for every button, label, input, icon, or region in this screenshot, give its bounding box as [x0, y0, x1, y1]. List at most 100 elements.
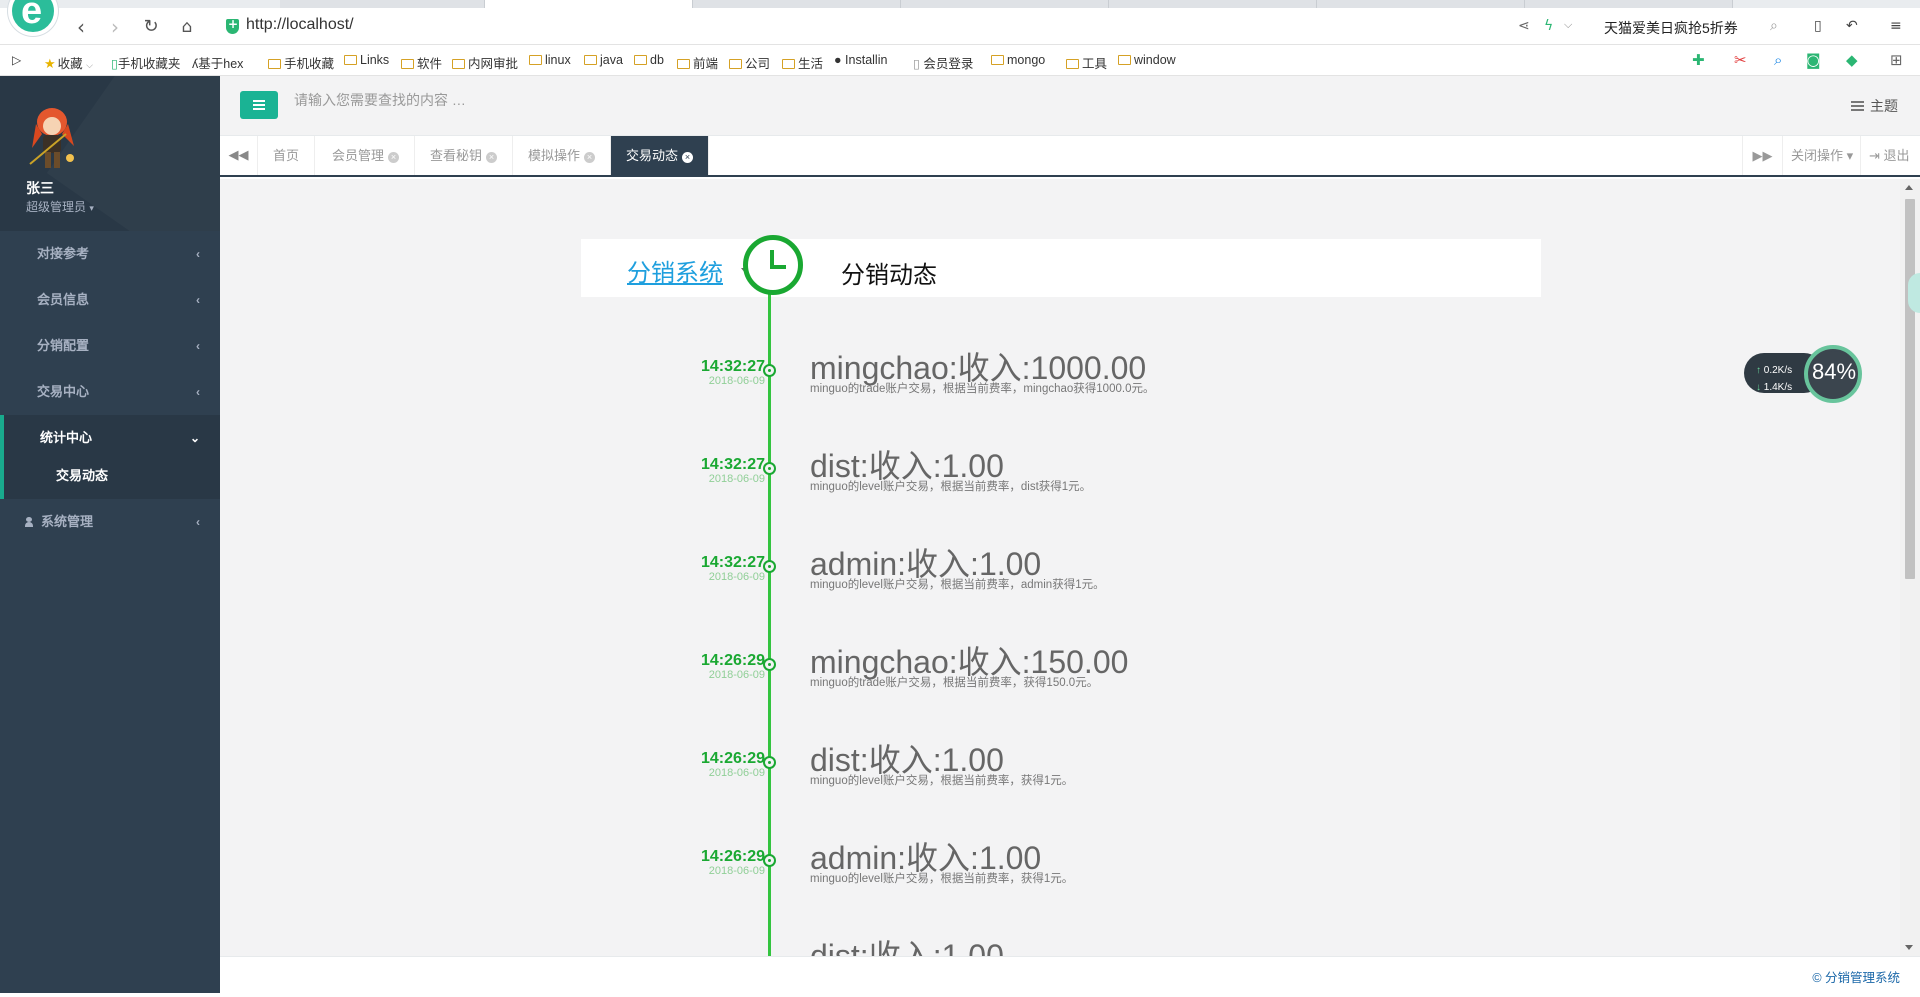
bookmark-item[interactable]: 工具	[1066, 53, 1107, 72]
sidebar-item-integration[interactable]: 对接参考 ‹	[0, 231, 220, 277]
shield-ext-icon[interactable]: ◆	[1846, 51, 1858, 69]
system-link[interactable]: 分销系统	[627, 253, 723, 288]
extension-add-icon[interactable]: ✚	[1692, 51, 1705, 69]
bookmark-item[interactable]: linux	[529, 53, 571, 67]
timeline-entry: 14:26:29 2018-06-09 mingchao:收入:150.00 mi…	[220, 644, 1900, 732]
menu-toggle-button[interactable]	[240, 91, 278, 119]
bookmark-item[interactable]: ★ 收藏 ⌵	[44, 53, 93, 72]
scroll-up-icon[interactable]	[1905, 185, 1913, 190]
bookmark-item[interactable]: ʎ基于hex	[192, 53, 243, 72]
network-speed-widget[interactable]: ↑ 0.2K/s ↓ 1.4K/s 84%	[1744, 345, 1862, 403]
bookmark-item[interactable]: mongo	[991, 53, 1045, 67]
tab-trade-activity[interactable]: 交易动态 ×	[611, 136, 710, 175]
chevron-left-icon: ‹	[196, 515, 200, 529]
url-field[interactable]: http://localhost/	[222, 14, 1512, 40]
sidebar-item-distribution-config[interactable]: 分销配置 ‹	[0, 323, 220, 369]
sidebar-item-members[interactable]: 会员信息 ‹	[0, 277, 220, 323]
browser-tab[interactable]	[1525, 0, 1733, 8]
entry-description: minguo的level账户交易，根据当前费率，dist获得1元。	[810, 481, 1092, 493]
edge-assistant-icon[interactable]	[1908, 273, 1920, 313]
bookmark-item[interactable]: 前端	[677, 53, 718, 72]
entry-time: 14:26:29 2018-06-09	[700, 652, 765, 681]
gamepad-icon[interactable]: ◙	[1806, 51, 1821, 69]
sidebar-item-statistics[interactable]: 统计中心 ⌄	[0, 415, 220, 461]
close-icon[interactable]: ×	[388, 152, 400, 163]
logout-icon: ⇥	[1869, 148, 1880, 163]
clock-icon	[743, 235, 803, 295]
sidebar-subitem-trade-activity[interactable]: 交易动态	[0, 461, 220, 499]
bookmark-item[interactable]: db	[634, 53, 664, 67]
sidebar-item-label: 统计中心	[40, 430, 93, 445]
entry-time: 14:26:29 2018-06-09	[700, 750, 765, 779]
browser-tab[interactable]	[280, 0, 485, 8]
content-tabs: ◀◀ 首页 会员管理 × 查看秘钥 × 模拟操作 × 交易动态 × ▶▶ 关闭操作 ▾ …	[220, 136, 1920, 177]
sidebar-item-system[interactable]: 系统管理 ‹	[0, 499, 220, 545]
magnifier-icon[interactable]: ⌕	[1774, 51, 1782, 69]
browser-tab[interactable]	[901, 0, 1109, 8]
tab-simulate[interactable]: 模拟操作 ×	[513, 136, 612, 175]
bookmark-item[interactable]: 软件	[401, 53, 442, 72]
undo-icon[interactable]: ↶	[1846, 18, 1858, 34]
sidebar-subitem-label: 交易动态	[56, 468, 109, 483]
reload-icon[interactable]: ↻	[140, 16, 162, 38]
close-icon[interactable]: ×	[682, 152, 694, 163]
bookmark-item[interactable]: 生活	[782, 53, 823, 72]
sidebar-menu: 对接参考 ‹ 会员信息 ‹ 分销配置 ‹ 交易中心 ‹ 统计中心 ⌄ 交易动态	[0, 231, 220, 545]
bookmark-item[interactable]: ▯手机收藏夹	[111, 53, 180, 72]
search-icon[interactable]: ⌕	[1770, 18, 1778, 34]
tab-view-key[interactable]: 查看秘钥 ×	[415, 136, 514, 175]
bookmark-item[interactable]: java	[584, 53, 623, 67]
timeline-entry: 14:26:29 2018-06-09 admin:收入:1.00 minguo的…	[220, 840, 1900, 928]
profile-panel: 张三 超级管理员 ▾	[0, 76, 220, 231]
url-text[interactable]: http://localhost/	[246, 16, 354, 34]
tabs-scroll-right-icon[interactable]: ▶▶	[1742, 136, 1782, 175]
bookmark-item[interactable]: ▯ 会员登录	[913, 53, 973, 72]
logout-button[interactable]: ⇥ 退出	[1860, 136, 1918, 175]
browser-tab-active[interactable]	[485, 0, 693, 8]
scissors-icon[interactable]: ✂	[1734, 51, 1747, 69]
search-input[interactable]	[294, 92, 794, 108]
back-icon[interactable]: ‹	[70, 16, 92, 38]
timeline-entry: 14:32:27 2018-06-09 dist:收入:1.00 minguo的l…	[220, 448, 1900, 536]
app: 张三 超级管理员 ▾ 对接参考 ‹ 会员信息 ‹ 分销配置 ‹ 交易中心 ‹ 统…	[0, 76, 1920, 993]
tab-home[interactable]: 首页	[258, 136, 316, 175]
folder-icon	[677, 59, 690, 69]
bookmark-item[interactable]: window	[1118, 53, 1176, 67]
bookmark-item[interactable]: Links	[344, 53, 389, 67]
tab-members[interactable]: 会员管理 ×	[317, 136, 416, 175]
browser-tab[interactable]	[693, 0, 901, 8]
menu-icon[interactable]: ≡	[1890, 18, 1902, 34]
mobile-icon[interactable]: ▯	[1814, 18, 1822, 34]
timeline-dot-icon	[763, 364, 776, 377]
timeline-entry: 14:26:29 2018-06-09 dist:收入:1.00 minguo的l…	[220, 742, 1900, 830]
promo-text[interactable]: 天猫爱美日疯抢5折券	[1604, 18, 1738, 38]
user-icon	[25, 517, 33, 527]
bookmark-item[interactable]: 内网审批	[452, 53, 518, 72]
chevron-down-icon[interactable]: ⌵	[1564, 18, 1572, 32]
scroll-thumb[interactable]	[1905, 199, 1915, 579]
bookmark-item[interactable]: ● Installin	[834, 53, 887, 67]
user-role-dropdown[interactable]: 超级管理员 ▾	[26, 198, 94, 215]
bookmark-item[interactable]: 手机收藏	[268, 53, 334, 72]
lightning-icon[interactable]: ϟ	[1544, 18, 1553, 34]
chevron-left-icon: ‹	[196, 385, 200, 399]
scroll-down-icon[interactable]	[1905, 945, 1913, 950]
grid-icon[interactable]: ⊞	[1890, 51, 1903, 69]
browser-tab[interactable]	[1317, 0, 1525, 8]
chevron-left-icon: ‹	[196, 339, 200, 353]
browser-tab[interactable]	[1109, 0, 1317, 8]
bookmark-item[interactable]: 公司	[729, 53, 770, 72]
tabs-scroll-left-icon[interactable]: ◀◀	[220, 136, 258, 175]
sidebar-toggle-icon[interactable]: ▷	[12, 53, 21, 67]
theme-button[interactable]: 主题	[1851, 96, 1898, 116]
close-operations-dropdown[interactable]: 关闭操作 ▾	[1782, 136, 1861, 175]
timeline-title: 分销动态	[841, 262, 937, 289]
entry-time: 14:32:27 2018-06-09	[700, 358, 765, 387]
forward-icon[interactable]: ›	[104, 16, 126, 38]
close-icon[interactable]: ×	[584, 152, 596, 163]
home-icon[interactable]: ⌂	[176, 16, 198, 38]
close-icon[interactable]: ×	[486, 152, 498, 163]
avatar[interactable]	[26, 104, 80, 174]
share-icon[interactable]: ⋖	[1518, 18, 1530, 34]
sidebar-item-trade-center[interactable]: 交易中心 ‹	[0, 369, 220, 415]
